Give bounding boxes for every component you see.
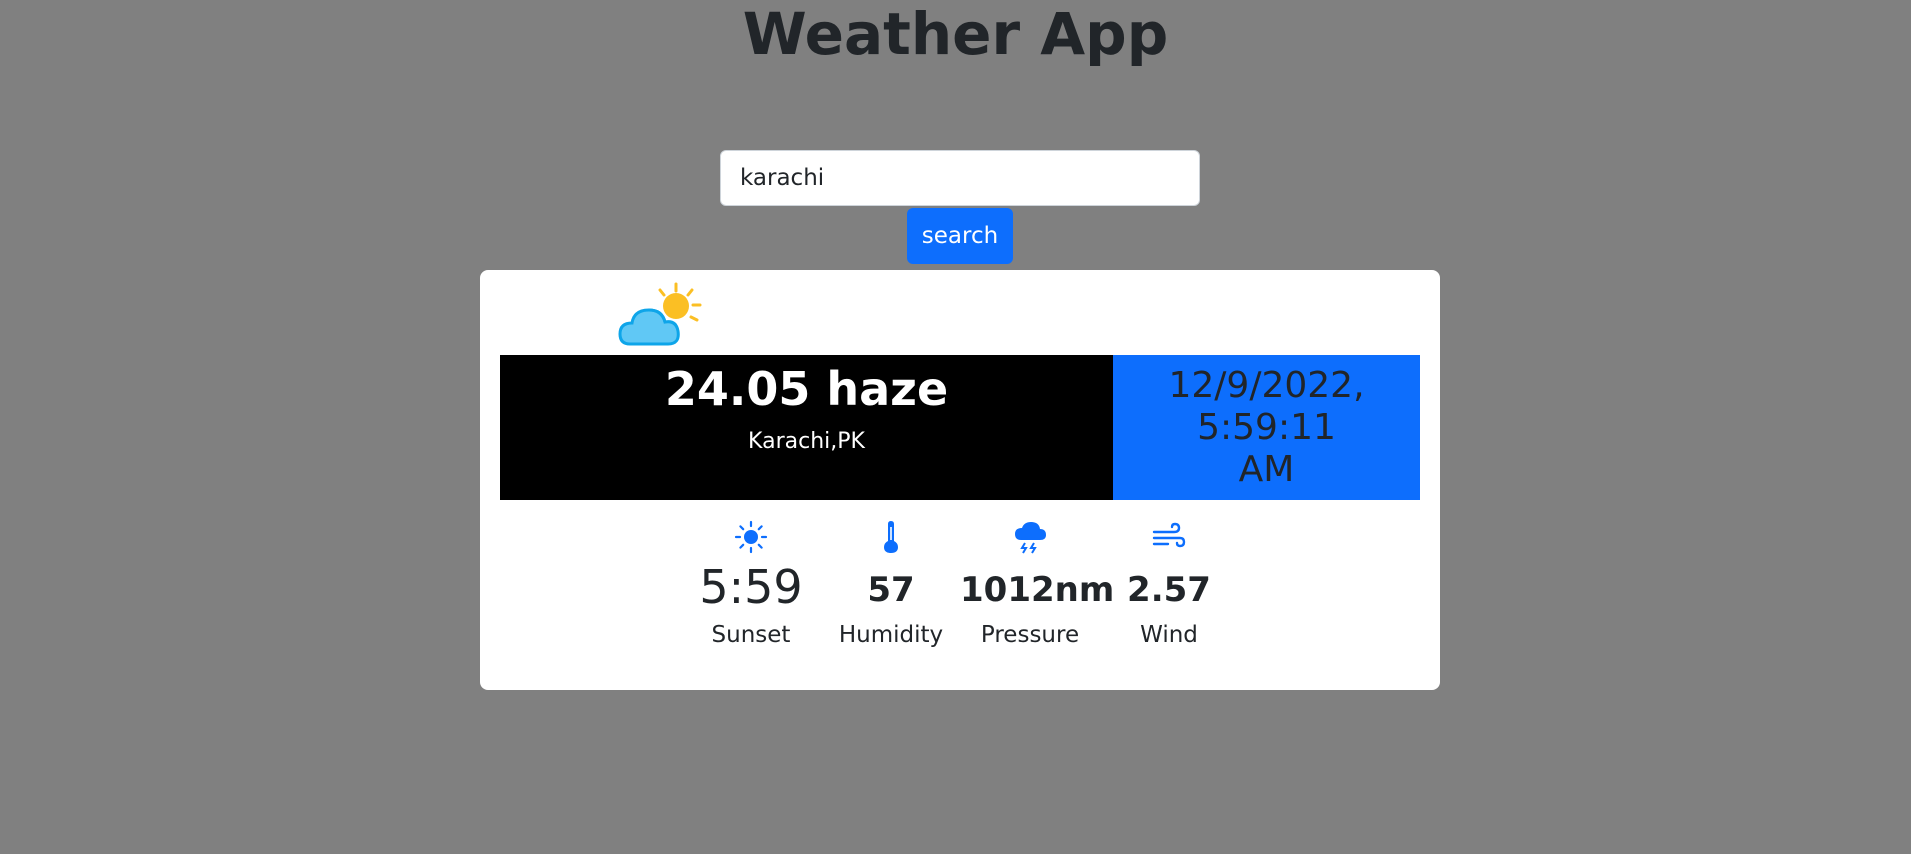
thermometer-icon — [884, 521, 898, 553]
sun-icon — [734, 520, 768, 554]
wind-value: 2.57 — [1127, 570, 1211, 610]
stat-humidity: 57 Humidity — [821, 520, 961, 650]
storm-cloud-icon — [1015, 522, 1046, 554]
stat-sunset: 5:59 Sunset — [681, 520, 821, 650]
pressure-value: 1012nm — [960, 570, 1115, 610]
datetime-label: 12/9/2022, 5:59:11 AM — [1168, 364, 1365, 490]
temperature-summary: 24.05 haze — [664, 362, 949, 416]
stat-pressure: 1012nm Pressure — [960, 520, 1115, 650]
partly-cloudy-icon — [618, 282, 702, 346]
humidity-label: Humidity — [838, 622, 944, 648]
search-input[interactable] — [720, 150, 1200, 206]
page-title: Weather App — [742, 0, 1169, 68]
temperature-panel: 24.05 haze Karachi,PK — [500, 355, 1113, 500]
search-button[interactable]: search — [907, 208, 1013, 264]
sunset-label: Sunset — [711, 622, 791, 648]
sunset-value: 5:59 — [699, 560, 803, 614]
humidity-value: 57 — [867, 570, 915, 610]
wind-label: Wind — [1140, 622, 1198, 648]
datetime-panel: 12/9/2022, 5:59:11 AM — [1113, 355, 1420, 500]
weather-card: 24.05 haze Karachi,PK 12/9/2022, 5:59:11… — [480, 270, 1440, 690]
pressure-label: Pressure — [980, 622, 1080, 648]
stat-wind: 2.57 Wind — [1099, 520, 1239, 650]
location-label: Karachi,PK — [748, 429, 865, 454]
wind-icon — [1152, 522, 1186, 548]
